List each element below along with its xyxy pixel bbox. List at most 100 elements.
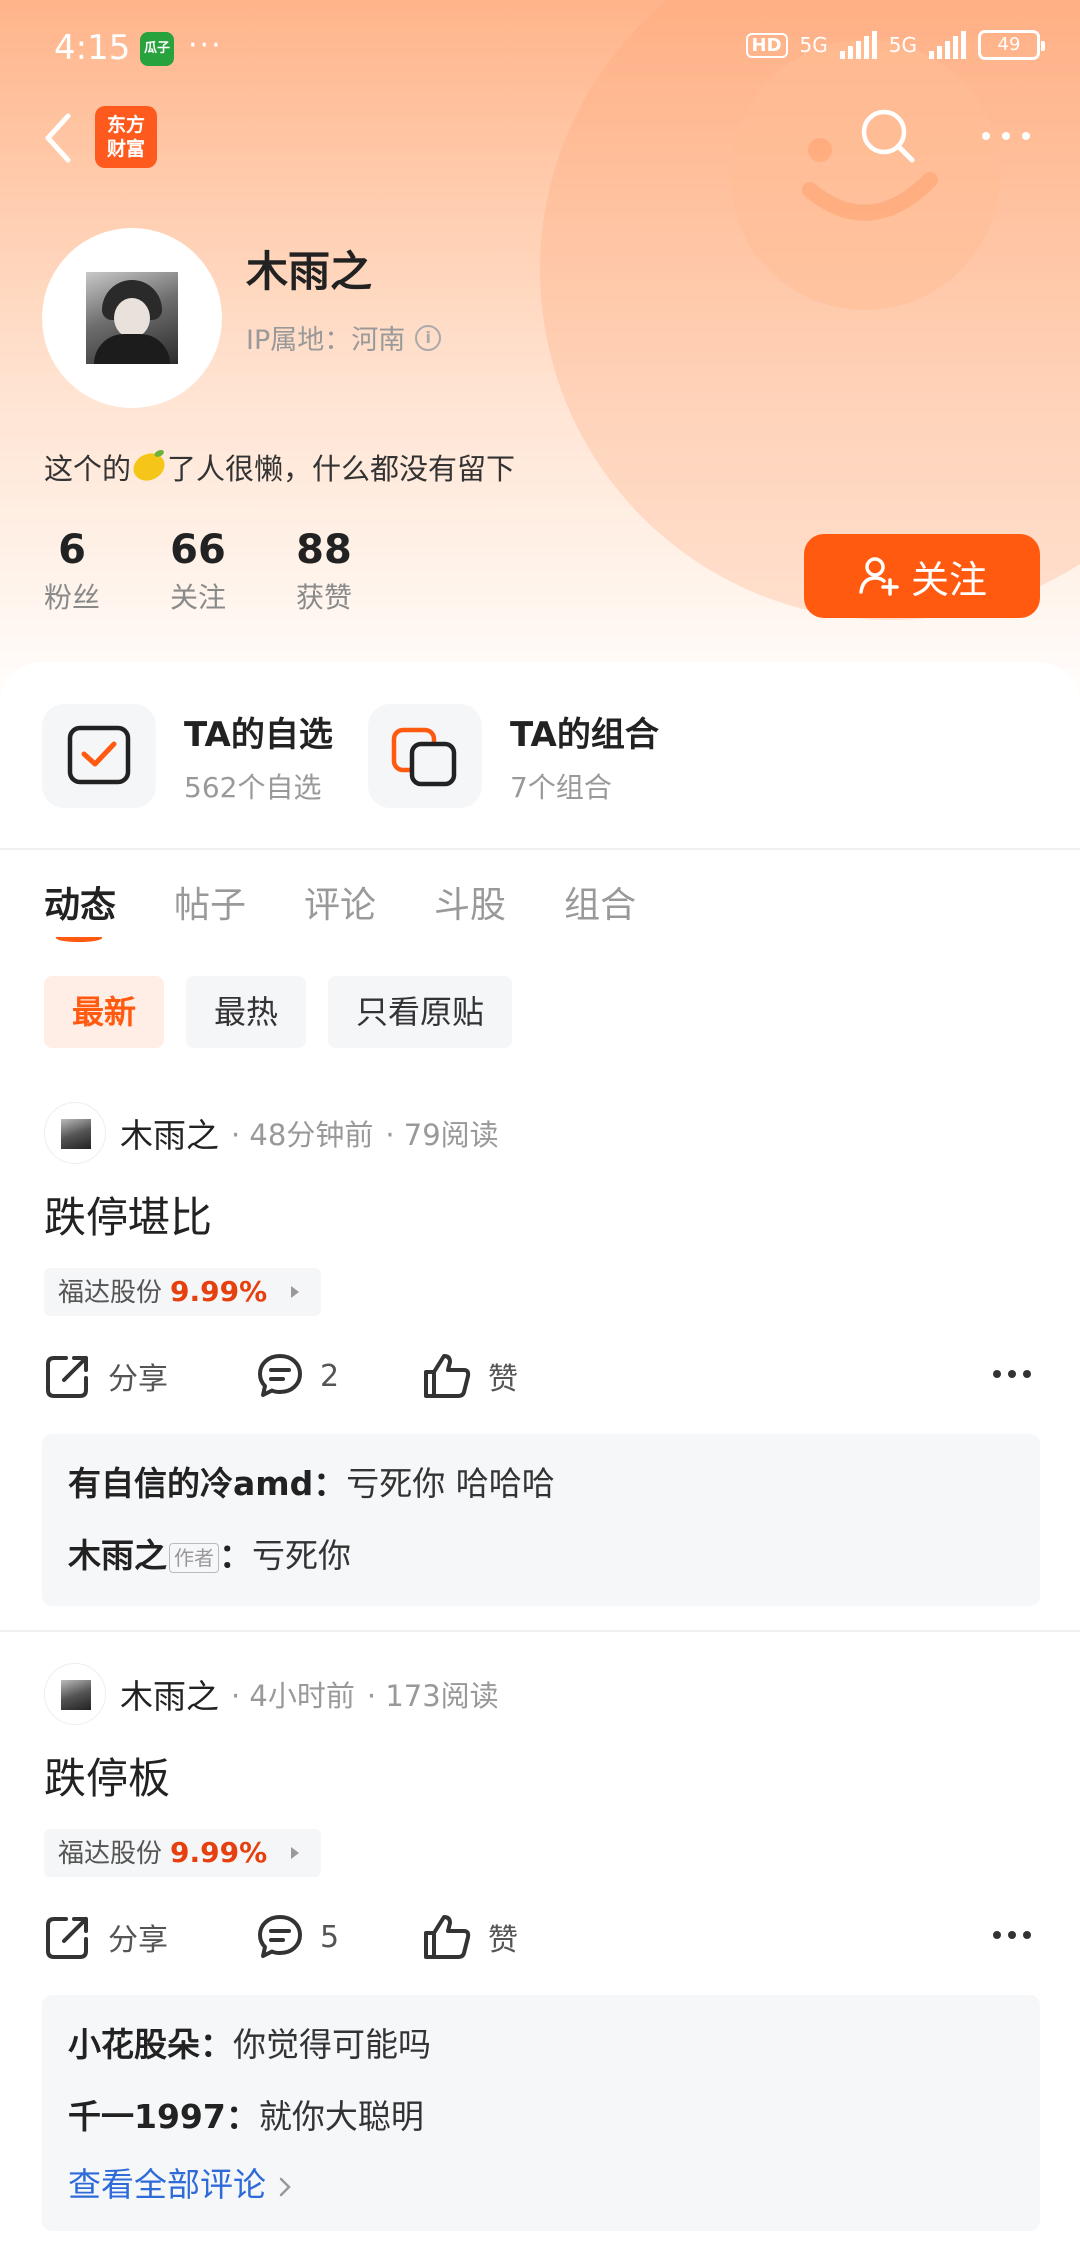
view-all-label: 查看全部评论 xyxy=(68,2165,266,2204)
hd-icon: HD xyxy=(745,32,788,58)
stat-value: 66 xyxy=(170,527,226,573)
card-subtitle: 7个组合 xyxy=(510,770,612,804)
lemon-emoji-icon xyxy=(129,448,170,486)
bio-text-before: 这个的 xyxy=(44,452,132,486)
stock-change: 9.99% xyxy=(170,1836,268,1869)
notification-app-icon: 瓜子 xyxy=(140,32,174,66)
share-button[interactable]: 分享 xyxy=(44,1352,168,1400)
like-button[interactable]: 赞 xyxy=(422,1352,518,1400)
thumbs-up-icon xyxy=(424,1354,471,1398)
stat-value: 88 xyxy=(296,527,352,573)
notification-more-dots: ··· xyxy=(188,28,223,63)
chevron-right-icon xyxy=(279,2177,291,2196)
follow-button[interactable]: 关注 xyxy=(804,534,1040,618)
post-header: 木雨之 · 4小时前 · 173阅读 xyxy=(44,1663,499,1725)
stat-fans[interactable]: 6 粉丝 xyxy=(44,524,100,616)
more-icon[interactable] xyxy=(992,1368,1032,1380)
author-avatar[interactable] xyxy=(44,1663,106,1725)
signal-icon xyxy=(929,31,966,59)
author-badge: 作者 xyxy=(169,1542,219,1573)
divider xyxy=(0,848,1080,850)
comment-count: 2 xyxy=(320,1358,340,1394)
comment-button[interactable]: 5 xyxy=(256,1913,339,1961)
comment-user[interactable]: 小花股朵 xyxy=(68,2025,200,2064)
share-icon xyxy=(46,1356,88,1398)
comment-text: 亏死你 xyxy=(252,1536,351,1575)
chevron-right-icon xyxy=(291,1847,300,1859)
stat-likes[interactable]: 88 获赞 xyxy=(296,524,352,616)
brand-line-1: 东方 xyxy=(106,114,145,136)
author-avatar[interactable] xyxy=(44,1102,106,1164)
stat-value: 6 xyxy=(58,527,86,573)
author-name[interactable]: 木雨之 xyxy=(120,1670,219,1718)
like-label: 赞 xyxy=(488,1362,518,1397)
follow-label: 关注 xyxy=(910,557,987,602)
card-title: TA的组合 xyxy=(510,714,659,755)
profile-avatar[interactable] xyxy=(42,228,222,408)
portfolio-icon xyxy=(368,704,482,808)
author-name[interactable]: 木雨之 xyxy=(120,1109,219,1157)
stat-following[interactable]: 66 关注 xyxy=(170,524,226,616)
post-actions: 分享 5 赞 xyxy=(44,1913,1036,1973)
post-title[interactable]: 跌停堪比 xyxy=(44,1184,212,1245)
view-all-comments-link[interactable]: 查看全部评论 xyxy=(68,2153,1014,2217)
thumbs-up-icon xyxy=(424,1915,471,1959)
comment-count: 5 xyxy=(320,1919,340,1955)
stock-tag[interactable]: 福达股份 9.99% xyxy=(44,1829,322,1877)
battery-icon: 49 xyxy=(978,30,1045,60)
comment-icon xyxy=(258,1915,302,1958)
stock-name: 福达股份 xyxy=(58,1839,163,1869)
post-card[interactable]: 木雨之 · 48分钟前 · 79阅读 跌停堪比 福达股份 9.99% 分享 2 … xyxy=(0,1102,1080,1622)
comment-user[interactable]: 有自信的冷amd xyxy=(68,1464,313,1503)
watchlist-icon xyxy=(42,704,156,808)
active-tab-indicator xyxy=(56,934,102,942)
tab-feed[interactable]: 动态 xyxy=(44,876,116,928)
ip-location: IP属地：河南 i xyxy=(246,318,442,357)
post-reads: · 79阅读 xyxy=(385,1118,499,1152)
comment-icon xyxy=(258,1354,302,1397)
more-icon[interactable] xyxy=(992,1929,1032,1941)
share-icon xyxy=(46,1917,88,1959)
stock-change: 9.99% xyxy=(170,1275,268,1308)
comment-preview[interactable]: 有自信的冷amd：亏死你 哈哈哈 木雨之 作者 ：亏死你 xyxy=(42,1434,1040,1606)
card-watchlist[interactable]: TA的自选 562个自选 xyxy=(42,704,333,808)
add-user-icon xyxy=(859,557,899,596)
search-icon[interactable] xyxy=(858,106,918,166)
post-title[interactable]: 跌停板 xyxy=(44,1745,170,1806)
tab-posts[interactable]: 帖子 xyxy=(174,876,246,928)
post-reads: · 173阅读 xyxy=(366,1679,499,1713)
ip-location-text: IP属地：河南 xyxy=(246,325,406,356)
filter-chips: 最新 最热 只看原贴 xyxy=(44,976,513,1048)
share-button[interactable]: 分享 xyxy=(44,1913,168,1961)
comment-item: 有自信的冷amd：亏死你 哈哈哈 xyxy=(68,1464,555,1503)
share-label: 分享 xyxy=(108,1362,168,1397)
post-card[interactable]: 木雨之 · 4小时前 · 173阅读 跌停板 福达股份 9.99% 分享 5 赞… xyxy=(0,1663,1080,2251)
status-bar: 4:15 瓜子 ··· HD 5G 5G 49 xyxy=(0,0,1080,100)
tab-comments[interactable]: 评论 xyxy=(304,876,376,928)
stat-label: 获赞 xyxy=(296,581,353,614)
comment-text: 就你大聪明 xyxy=(258,2097,424,2136)
card-portfolio[interactable]: TA的组合 7个组合 xyxy=(368,704,659,808)
more-icon[interactable] xyxy=(980,126,1032,146)
comment-text: 你觉得可能吗 xyxy=(233,2025,431,2064)
back-icon[interactable] xyxy=(40,110,80,166)
comment-item: 小花股朵：你觉得可能吗 xyxy=(68,2025,431,2064)
filter-original-only[interactable]: 只看原贴 xyxy=(328,976,513,1048)
tab-stock-battle[interactable]: 斗股 xyxy=(434,876,506,928)
tab-portfolios[interactable]: 组合 xyxy=(564,876,636,928)
comment-button[interactable]: 2 xyxy=(256,1352,339,1400)
post-time: · 4小时前 xyxy=(231,1679,355,1713)
comment-preview[interactable]: 小花股朵：你觉得可能吗 千一1997：就你大聪明 查看全部评论 xyxy=(42,1995,1040,2231)
avatar-photo xyxy=(86,272,178,364)
stock-tag[interactable]: 福达股份 9.99% xyxy=(44,1268,322,1316)
comment-user[interactable]: 千一1997 xyxy=(68,2097,226,2136)
comment-item: 木雨之 作者 ：亏死你 xyxy=(68,1536,351,1575)
comment-user[interactable]: 木雨之 xyxy=(68,1536,167,1575)
filter-latest[interactable]: 最新 xyxy=(44,976,165,1048)
status-time: 4:15 xyxy=(54,28,131,68)
filter-hot[interactable]: 最热 xyxy=(186,976,307,1048)
info-icon[interactable]: i xyxy=(415,324,442,351)
brand-line-2: 财富 xyxy=(106,138,145,160)
like-button[interactable]: 赞 xyxy=(422,1913,518,1961)
comment-item: 千一1997：就你大聪明 xyxy=(68,2097,424,2136)
